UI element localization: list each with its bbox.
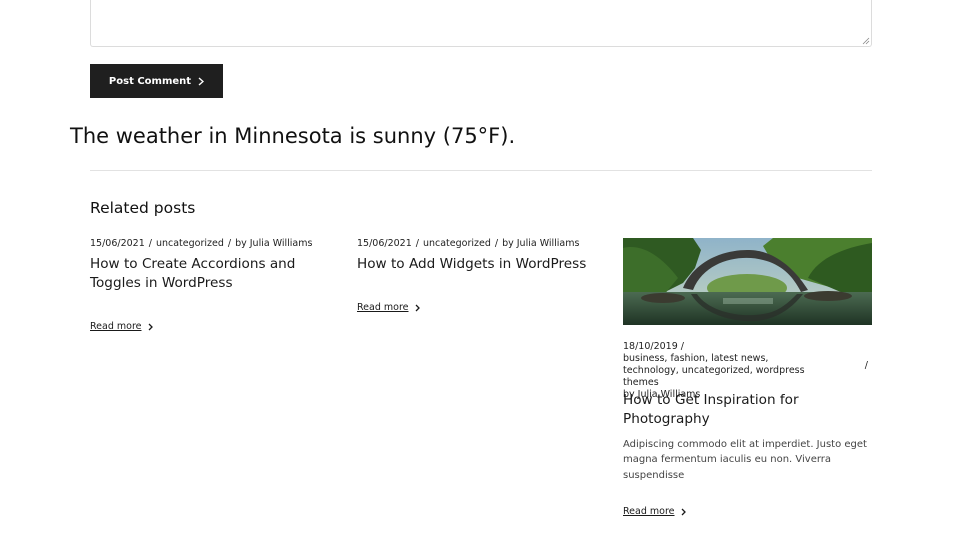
chevron-right-icon: [198, 76, 205, 86]
chevron-right-icon: [415, 304, 420, 311]
post-author-link[interactable]: by Julia Williams: [502, 238, 579, 249]
read-more-link[interactable]: Read more: [357, 302, 420, 313]
post-excerpt: Adipiscing commodo elit at imperdiet. Ju…: [623, 439, 867, 481]
post-thumbnail-image[interactable]: [623, 238, 872, 325]
post-title-link[interactable]: How to Create Accordions and Toggles in …: [90, 255, 345, 293]
post-title-link[interactable]: How to Add Widgets in WordPress: [357, 255, 612, 274]
post-comment-button[interactable]: Post Comment: [90, 64, 223, 98]
post-date: 15/06/2021: [90, 238, 145, 249]
post-date: 15/06/2021: [357, 238, 412, 249]
post-meta: 15/06/2021/uncategorized / by Julia Willia…: [357, 238, 580, 249]
related-posts-heading: Related posts: [90, 199, 196, 217]
related-post-card: 18/10/2019 / business, fashion, latest n…: [623, 238, 872, 517]
post-author-link[interactable]: by Julia Williams: [235, 238, 312, 249]
post-category-link[interactable]: uncategorized: [423, 238, 491, 249]
read-more-link[interactable]: Read more: [623, 506, 686, 517]
chevron-right-icon: [681, 508, 686, 515]
post-date: 18/10/2019: [623, 341, 678, 352]
page: Post Comment The weather in Minnesota is…: [0, 0, 969, 559]
related-post-card: 15/06/2021/uncategorized / by Julia Willia…: [90, 238, 345, 332]
post-comment-label: Post Comment: [108, 75, 192, 87]
resize-handle-icon[interactable]: [862, 37, 870, 45]
post-category-link[interactable]: uncategorized: [156, 238, 224, 249]
chevron-right-icon: [148, 323, 153, 330]
comment-textarea[interactable]: [90, 0, 872, 47]
weather-heading: The weather in Minnesota is sunny (75°F)…: [70, 124, 516, 148]
post-title-link[interactable]: How to Get Inspiration for Photography: [623, 391, 872, 429]
related-post-card: 15/06/2021/uncategorized / by Julia Willia…: [357, 238, 612, 313]
post-category-link[interactable]: business, fashion, latest news, technolo…: [623, 353, 805, 388]
read-more-link[interactable]: Read more: [90, 321, 153, 332]
divider: [90, 170, 872, 171]
post-meta: 15/06/2021/uncategorized / by Julia Willia…: [90, 238, 313, 249]
